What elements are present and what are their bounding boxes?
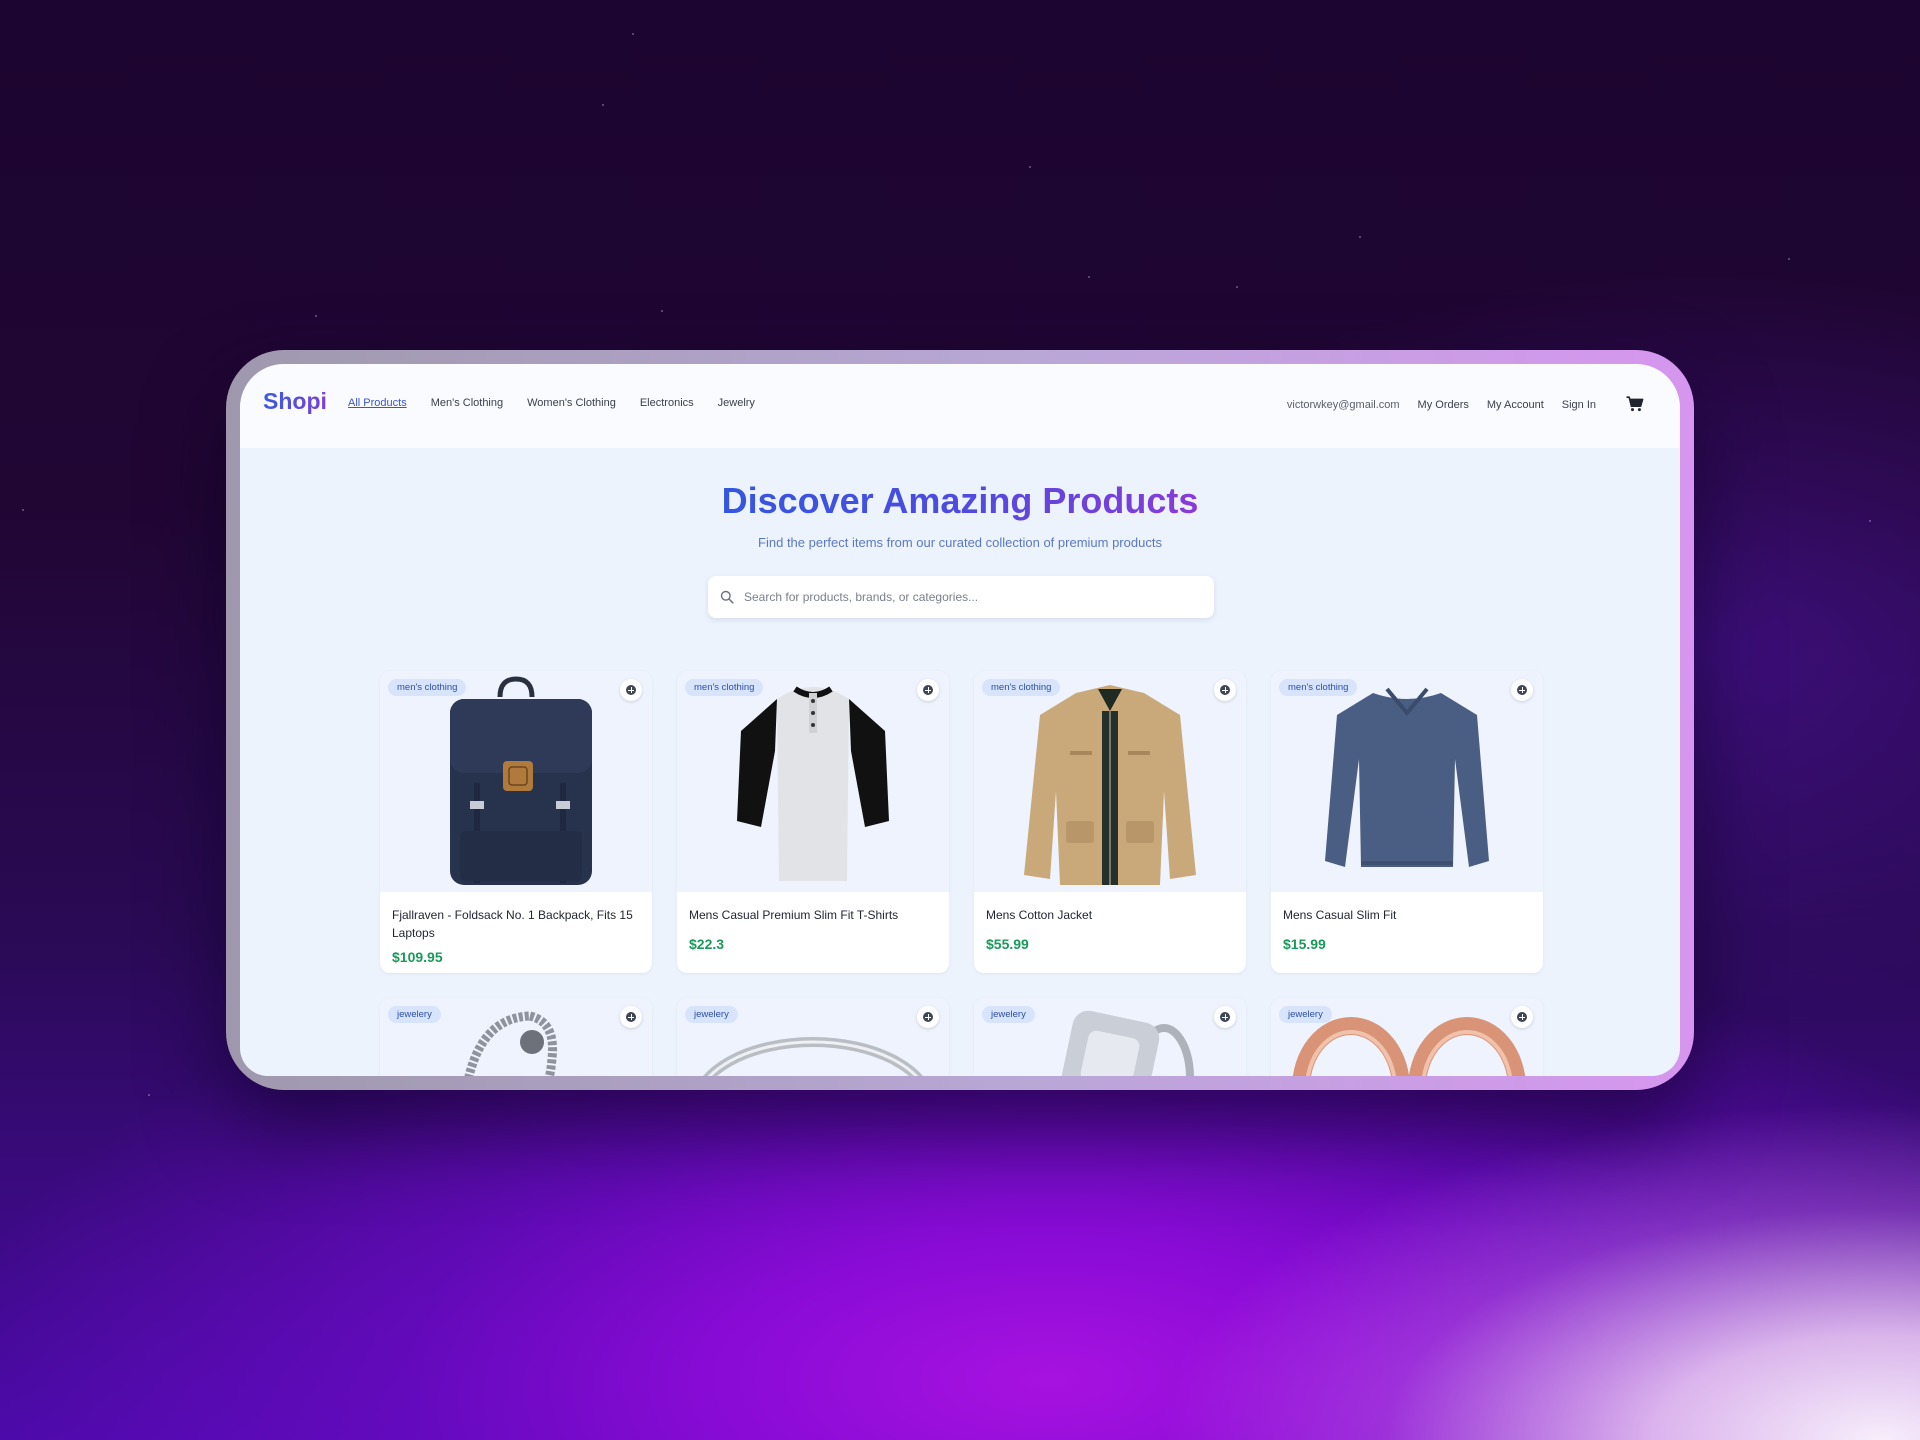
jacket-image xyxy=(1024,685,1196,885)
nav-jewelry[interactable]: Jewelry xyxy=(718,397,755,409)
product-price: $55.99 xyxy=(986,936,1029,952)
my-orders-link[interactable]: My Orders xyxy=(1418,399,1469,411)
longsleeve-image xyxy=(1325,687,1489,867)
product-image xyxy=(380,671,652,892)
product-price: $15.99 xyxy=(1283,936,1326,952)
add-to-cart-button[interactable] xyxy=(1214,1006,1236,1028)
tshirt-image xyxy=(737,686,889,881)
browser-screen: Shopi All Products Men's Clothing Women'… xyxy=(240,364,1680,1076)
product-price: $109.95 xyxy=(392,949,443,965)
product-card[interactable]: men's clothing Fjallraven - Foldsack No.… xyxy=(380,671,652,973)
plus-icon xyxy=(1220,685,1230,695)
brand-logo[interactable]: Shopi xyxy=(263,388,327,415)
plus-icon xyxy=(1220,1012,1230,1022)
nav-womens-clothing[interactable]: Women's Clothing xyxy=(527,397,616,409)
category-badge: men's clothing xyxy=(685,679,764,696)
product-info: Fjallraven - Foldsack No. 1 Backpack, Fi… xyxy=(380,892,652,973)
plus-icon xyxy=(1517,685,1527,695)
product-image xyxy=(974,671,1246,892)
search-bar[interactable] xyxy=(708,576,1214,618)
add-to-cart-button[interactable] xyxy=(620,679,642,701)
hero-title: Discover Amazing Products xyxy=(721,480,1199,521)
product-card[interactable]: men's clothing Mens Casual Slim Fit $15.… xyxy=(1271,671,1543,973)
nav-all-products[interactable]: All Products xyxy=(348,397,407,409)
category-badge: jewelery xyxy=(1279,1006,1332,1023)
add-to-cart-button[interactable] xyxy=(1511,679,1533,701)
product-info: Mens Casual Slim Fit $15.99 xyxy=(1271,892,1543,973)
product-name: Mens Casual Premium Slim Fit T-Shirts xyxy=(689,908,899,922)
hero-subtitle: Find the perfect items from our curated … xyxy=(758,535,1162,550)
product-image xyxy=(1271,671,1543,892)
backpack-image xyxy=(450,676,592,885)
product-name: Mens Cotton Jacket xyxy=(986,908,1093,922)
plus-icon xyxy=(626,1012,636,1022)
search-icon xyxy=(720,590,734,604)
category-badge: jewelery xyxy=(982,1006,1035,1023)
category-nav: All Products Men's Clothing Women's Clot… xyxy=(348,397,755,409)
product-name: Mens Casual Slim Fit xyxy=(1283,908,1397,922)
add-to-cart-button[interactable] xyxy=(917,1006,939,1028)
category-badge: men's clothing xyxy=(1279,679,1358,696)
plus-icon xyxy=(626,685,636,695)
user-email: victorwkey@gmail.com xyxy=(1286,399,1400,411)
device-frame: Shopi All Products Men's Clothing Women'… xyxy=(226,350,1694,1090)
product-price: $22.3 xyxy=(689,936,725,952)
category-badge: men's clothing xyxy=(388,679,467,696)
add-to-cart-button[interactable] xyxy=(917,679,939,701)
plus-icon xyxy=(923,685,933,695)
add-to-cart-button[interactable] xyxy=(620,1006,642,1028)
product-name: Fjallraven - Foldsack No. 1 Backpack, Fi… xyxy=(392,908,633,940)
plus-icon xyxy=(923,1012,933,1022)
category-badge: jewelery xyxy=(388,1006,441,1023)
cart-icon[interactable] xyxy=(1626,396,1644,412)
product-info: Mens Cotton Jacket $55.99 xyxy=(974,892,1246,973)
product-card[interactable]: jewelery xyxy=(677,998,949,1076)
product-info: Mens Casual Premium Slim Fit T-Shirts $2… xyxy=(677,892,949,973)
product-card[interactable]: men's clothing Mens Casual Premium Slim … xyxy=(677,671,949,973)
category-badge: jewelery xyxy=(685,1006,738,1023)
my-account-link[interactable]: My Account xyxy=(1487,399,1544,411)
add-to-cart-button[interactable] xyxy=(1214,679,1236,701)
product-card[interactable]: men's clothing Mens Cotton Jacket $55.99 xyxy=(974,671,1246,973)
product-card[interactable]: jewelery xyxy=(380,998,652,1076)
product-card[interactable]: jewelery xyxy=(1271,998,1543,1076)
top-navbar: Shopi All Products Men's Clothing Women'… xyxy=(240,364,1680,448)
account-nav: victorwkey@gmail.com My Orders My Accoun… xyxy=(1286,396,1644,413)
search-input[interactable] xyxy=(742,589,1214,605)
plus-icon xyxy=(1517,1012,1527,1022)
category-badge: men's clothing xyxy=(982,679,1061,696)
add-to-cart-button[interactable] xyxy=(1511,1006,1533,1028)
nav-mens-clothing[interactable]: Men's Clothing xyxy=(431,397,503,409)
product-image xyxy=(677,671,949,892)
nav-electronics[interactable]: Electronics xyxy=(640,397,694,409)
product-card[interactable]: jewelery xyxy=(974,998,1246,1076)
sign-in-link[interactable]: Sign In xyxy=(1562,399,1596,411)
